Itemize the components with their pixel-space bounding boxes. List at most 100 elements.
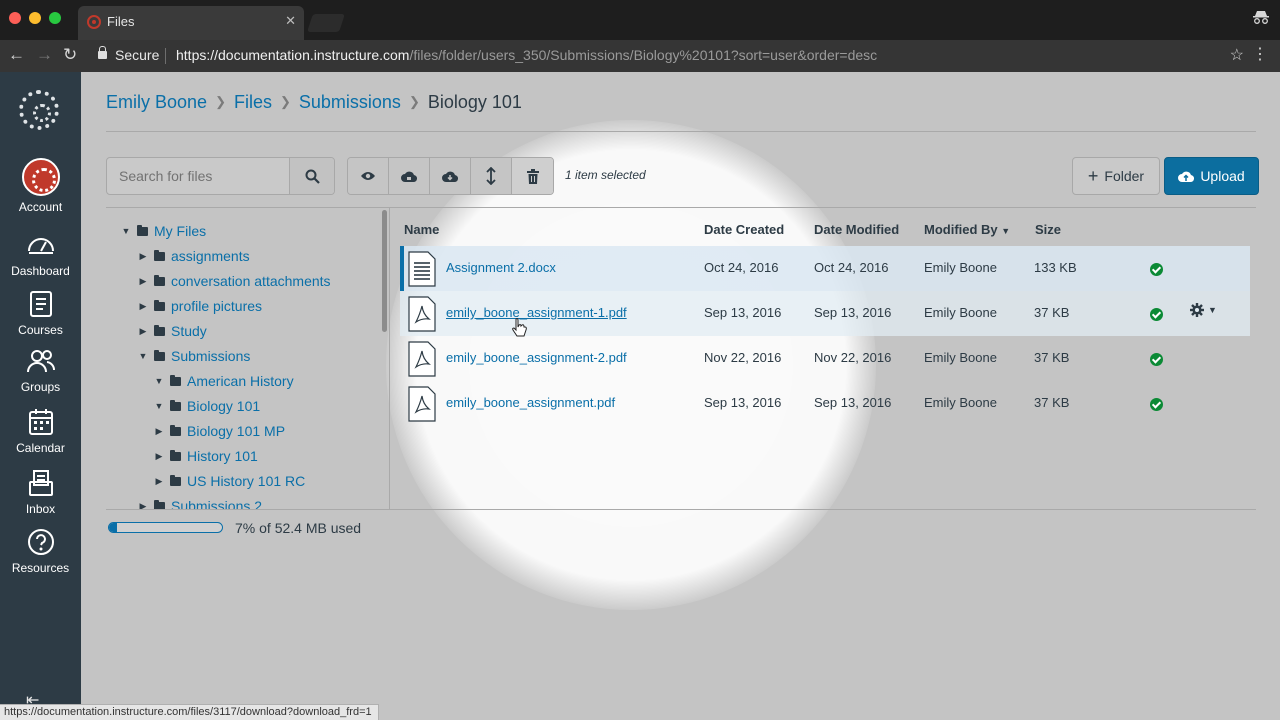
move-button[interactable] <box>471 158 512 194</box>
browser-menu-icon[interactable]: ⋮ <box>1252 44 1268 64</box>
tree-item[interactable]: ▼ Biology 101 <box>152 396 261 416</box>
maximize-window-button[interactable] <box>49 12 61 24</box>
nav-groups[interactable]: Groups <box>0 346 81 394</box>
expand-right-icon[interactable]: ▶ <box>136 251 150 262</box>
new-tab-button[interactable] <box>307 14 345 32</box>
modified-by-link[interactable]: Emily Boone <box>924 395 997 410</box>
nav-inbox[interactable]: Inbox <box>0 468 81 516</box>
search-button[interactable] <box>289 158 334 194</box>
published-check-icon[interactable] <box>1150 263 1163 276</box>
upload-button[interactable]: Upload <box>1164 157 1259 195</box>
expand-down-icon[interactable]: ▼ <box>152 401 166 411</box>
tree-item[interactable]: ▼ American History <box>152 371 294 391</box>
account-avatar <box>21 158 60 196</box>
table-row[interactable]: emily_boone_assignment-1.pdf Sep 13, 201… <box>400 291 1250 336</box>
status-bar-url: https://documentation.instructure.com/fi… <box>0 704 379 720</box>
expand-down-icon[interactable]: ▼ <box>136 351 150 361</box>
table-row[interactable]: Assignment 2.docx Oct 24, 2016 Oct 24, 2… <box>400 246 1250 291</box>
canvas-logo-icon[interactable] <box>19 90 59 130</box>
folder-icon <box>170 449 181 461</box>
nav-calendar[interactable]: Calendar <box>0 407 81 455</box>
restrict-access-button[interactable] <box>389 158 430 194</box>
hand-cursor-icon <box>512 318 527 337</box>
published-check-icon[interactable] <box>1150 353 1163 366</box>
breadcrumb-submissions[interactable]: Submissions <box>299 92 401 112</box>
download-button[interactable] <box>430 158 471 194</box>
nav-resources[interactable]: Resources <box>0 527 81 575</box>
expand-right-icon[interactable]: ▶ <box>136 276 150 287</box>
published-check-icon[interactable] <box>1150 308 1163 321</box>
expand-right-icon[interactable]: ▶ <box>152 451 166 462</box>
nav-account[interactable]: Account <box>0 158 81 214</box>
modified-by-link[interactable]: Emily Boone <box>924 350 997 365</box>
preview-button[interactable] <box>348 158 389 194</box>
date-modified: Nov 22, 2016 <box>814 350 892 365</box>
date-modified: Sep 13, 2016 <box>814 395 892 410</box>
nav-groups-label: Groups <box>20 380 61 394</box>
tab-close-icon[interactable]: ✕ <box>285 13 296 29</box>
date-created: Sep 13, 2016 <box>704 395 782 410</box>
expand-right-icon[interactable]: ▶ <box>136 301 150 312</box>
expand-right-icon[interactable]: ▶ <box>152 476 166 487</box>
upload-cloud-icon <box>1178 171 1195 182</box>
tree-item[interactable]: ▶ profile pictures <box>136 296 263 316</box>
expand-right-icon[interactable]: ▶ <box>136 326 150 337</box>
minimize-window-button[interactable] <box>29 12 41 24</box>
forward-icon[interactable]: → <box>36 45 53 65</box>
tree-item[interactable]: ▶ conversation attachments <box>136 271 331 291</box>
storage-quota-bar <box>108 522 223 533</box>
table-row[interactable]: emily_boone_assignment.pdf Sep 13, 2016 … <box>400 381 1250 426</box>
expand-right-icon[interactable]: ▶ <box>152 426 166 437</box>
bookmark-star-icon[interactable]: ☆ <box>1230 45 1244 65</box>
tree-scrollbar[interactable] <box>382 210 387 332</box>
browser-tab[interactable]: Files ✕ <box>78 6 304 40</box>
add-folder-button[interactable]: + Folder <box>1072 157 1160 195</box>
expand-down-icon[interactable]: ▼ <box>119 226 133 236</box>
column-name[interactable]: Name <box>404 222 439 237</box>
date-created: Nov 22, 2016 <box>704 350 782 365</box>
modified-by-link[interactable]: Emily Boone <box>924 260 997 275</box>
delete-button[interactable] <box>512 158 553 194</box>
file-name-link[interactable]: emily_boone_assignment.pdf <box>446 395 615 410</box>
folder-icon <box>170 424 181 436</box>
modified-by-link[interactable]: Emily Boone <box>924 305 997 320</box>
selection-count: 1 item selected <box>565 168 646 182</box>
tree-item[interactable]: ▶ assignments <box>136 246 250 266</box>
files-page: Emily Boone ❯ Files ❯ Submissions ❯ Biology 10… <box>81 72 1280 720</box>
tree-item[interactable]: ▼ My Files <box>119 221 207 241</box>
published-check-icon[interactable] <box>1150 398 1163 411</box>
expand-right-icon[interactable]: ▶ <box>136 501 150 510</box>
file-name-link[interactable]: emily_boone_assignment-2.pdf <box>446 350 627 365</box>
divider <box>106 131 1256 132</box>
column-date-created[interactable]: Date Created <box>704 222 784 237</box>
settings-menu-button[interactable]: ▼ <box>1190 303 1217 317</box>
tree-item[interactable]: ▶ Biology 101 MP <box>152 421 286 441</box>
back-icon[interactable]: ← <box>8 45 25 65</box>
incognito-icon <box>1252 10 1270 27</box>
file-name-link[interactable]: Assignment 2.docx <box>446 260 556 275</box>
tree-item[interactable]: ▶ Submissions 2 <box>136 496 262 509</box>
nav-dashboard[interactable]: Dashboard <box>0 230 81 278</box>
lock-icon <box>98 46 107 59</box>
breadcrumb-user[interactable]: Emily Boone <box>106 92 207 112</box>
search-box <box>106 157 335 195</box>
reload-icon[interactable]: ↻ <box>63 45 77 65</box>
column-size[interactable]: Size <box>1035 222 1061 237</box>
close-window-button[interactable] <box>9 12 21 24</box>
column-modified-by[interactable]: Modified By ▼ <box>924 222 1010 237</box>
tree-item[interactable]: ▼ Submissions <box>136 346 251 366</box>
file-name-link[interactable]: emily_boone_assignment-1.pdf <box>446 305 627 320</box>
document-file-icon <box>408 251 436 287</box>
search-input[interactable] <box>107 158 291 194</box>
expand-down-icon[interactable]: ▼ <box>152 376 166 386</box>
secure-label: Secure <box>115 47 160 63</box>
address-field[interactable]: https://documentation.instructure.com/fi… <box>176 47 877 63</box>
breadcrumb-files[interactable]: Files <box>234 92 272 112</box>
nav-courses[interactable]: Courses <box>0 289 81 337</box>
table-row[interactable]: emily_boone_assignment-2.pdf Nov 22, 201… <box>400 336 1250 381</box>
column-date-modified[interactable]: Date Modified <box>814 222 899 237</box>
tree-item[interactable]: ▶ Study <box>136 321 207 341</box>
folder-icon <box>154 499 165 509</box>
tree-item[interactable]: ▶ US History 101 RC <box>152 471 306 491</box>
tree-item[interactable]: ▶ History 101 <box>152 446 258 466</box>
